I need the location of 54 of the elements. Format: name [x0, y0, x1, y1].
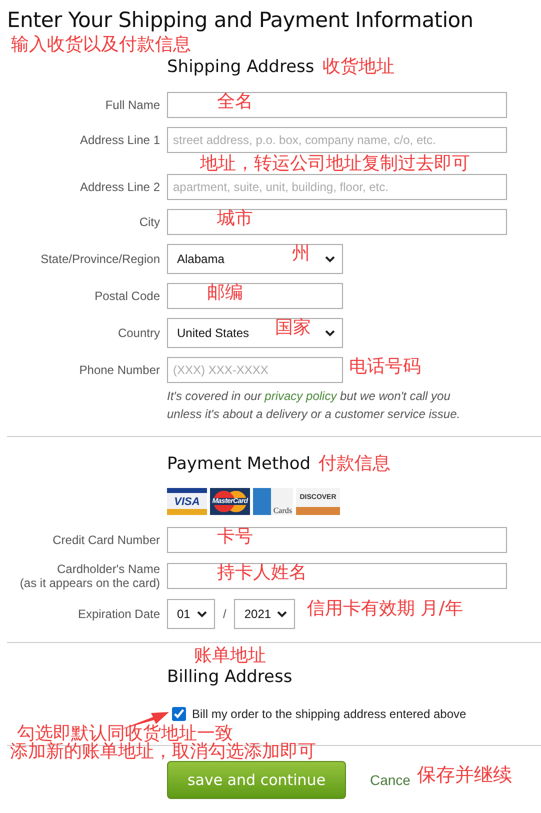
field-label: Postal Code: [94, 289, 160, 303]
field-label: Cardholder's Name: [56, 562, 160, 576]
field-label: City: [139, 215, 160, 229]
input-field[interactable]: [167, 209, 507, 235]
section-heading: Shipping Address: [167, 57, 314, 77]
field-label: Expiration Date: [78, 607, 160, 621]
input-field[interactable]: [167, 92, 507, 118]
card-logo: Cards: [253, 488, 293, 515]
section-heading: Payment Method: [167, 454, 311, 474]
field-hint: (as it appears on the card): [20, 576, 160, 590]
input-field[interactable]: [167, 283, 343, 309]
annotation: 卡号: [217, 526, 253, 548]
field-label: Credit Card Number: [52, 533, 160, 547]
annotation: 邮编: [207, 282, 243, 304]
field-label: Phone Number: [79, 363, 160, 377]
privacy-note: It's covered in our privacy policy but we won't call you unless it's about a delivery or a customer service issue.: [167, 388, 462, 423]
annotation: 保存并继续: [417, 764, 512, 786]
field-label: Address Line 2: [80, 180, 160, 194]
annotation: 付款信息: [318, 453, 391, 475]
annotation: 持卡人姓名: [217, 562, 307, 584]
field-label: Country: [118, 326, 160, 340]
annotation: 全名: [217, 91, 253, 113]
card-logo: VISA: [167, 488, 207, 515]
annotation: 国家: [275, 317, 311, 339]
privacy-link[interactable]: privacy policy: [264, 389, 337, 403]
annotation: 添加新的账单地址，取消勾选添加即可: [10, 741, 316, 763]
annotation: 收货地址: [322, 56, 394, 78]
checkbox[interactable]: [172, 707, 186, 721]
section-heading: Billing Address: [167, 667, 292, 687]
date-separator: /: [223, 607, 226, 621]
input-field[interactable]: apartment, suite, unit, building, floor, etc.: [167, 174, 507, 200]
field-label: State/Province/Region: [40, 252, 160, 266]
dropdown[interactable]: 2021: [234, 599, 296, 629]
input-field[interactable]: (XXX) XXX-XXXX: [167, 357, 343, 383]
field-label: Full Name: [105, 98, 160, 112]
input-field[interactable]: street address, p.o. box, company name, c/o, etc.: [167, 127, 507, 153]
annotation: 州: [292, 243, 310, 265]
caret-icon: [325, 256, 335, 262]
input-field[interactable]: [167, 563, 507, 589]
annotation: 信用卡有效期 月/年: [307, 598, 463, 620]
checkbox-label: Bill my order to the shipping address entered above: [192, 707, 466, 721]
caret-icon: [325, 330, 335, 336]
caret-icon: [277, 610, 288, 618]
annotation: 输入收货以及付款信息: [11, 34, 191, 56]
annotation: 地址，转运公司地址复制过去即可: [200, 154, 470, 174]
dropdown[interactable]: 01: [167, 599, 215, 629]
caret-icon: [197, 610, 207, 618]
input-field[interactable]: [167, 527, 507, 553]
cancel-link[interactable]: Cance: [370, 772, 410, 788]
annotation: 电话号码: [349, 356, 421, 378]
page-title: Enter Your Shipping and Payment Information: [7, 7, 474, 34]
field-label: Address Line 1: [80, 133, 160, 147]
annotation: 城市: [217, 208, 253, 230]
annotation: 账单地址: [194, 645, 267, 667]
